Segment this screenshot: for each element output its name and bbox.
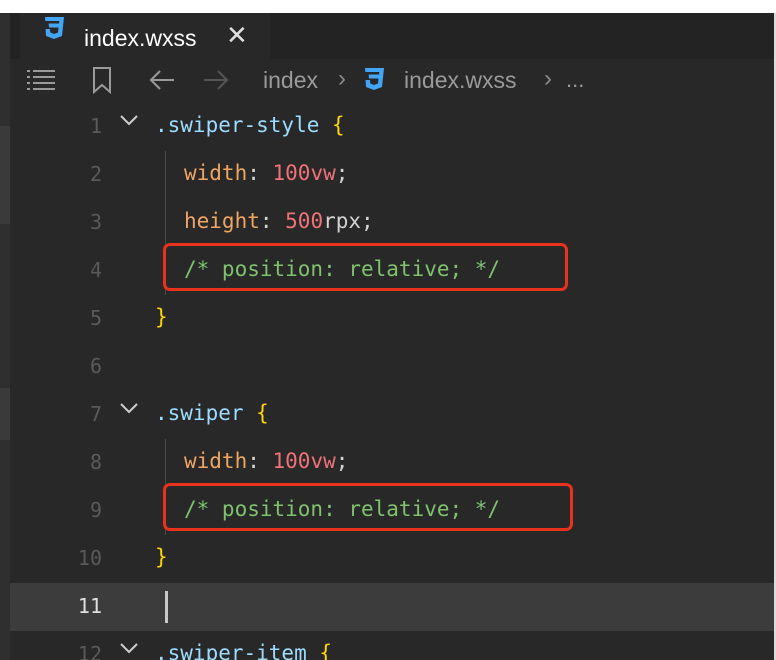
line-number: 11: [77, 594, 102, 618]
token-selector: .swiper-style: [155, 113, 320, 137]
text-cursor: [165, 591, 168, 623]
token-number: 100vw: [272, 161, 336, 185]
line-number: 7: [89, 402, 102, 426]
token-punct: ;: [335, 449, 349, 473]
code-text: width: 100vw;: [184, 449, 348, 473]
close-icon[interactable]: ✕: [226, 22, 248, 48]
token-brace: {: [319, 641, 333, 660]
token-punct: :: [259, 209, 286, 233]
tab-label: index.wxss: [84, 25, 197, 51]
code-text: .swiper-style {: [155, 113, 345, 137]
code-text: height: 500rpx;: [184, 209, 374, 233]
token-punct: [244, 401, 257, 425]
code-line[interactable]: 7 .swiper {: [10, 391, 774, 439]
token-number: 100vw: [272, 449, 336, 473]
token-punct: ;: [361, 209, 374, 233]
code-line[interactable]: 2 width: 100vw;: [10, 151, 774, 199]
token-brace: {: [256, 401, 269, 425]
chevron-right-icon: ›: [544, 65, 552, 92]
chevron-down-icon[interactable]: [118, 399, 140, 422]
token-number: 500: [285, 209, 324, 233]
activity-bar-edge: [0, 13, 10, 660]
line-number: 10: [77, 546, 102, 570]
line-number: 4: [89, 258, 102, 282]
code-editor[interactable]: 12 .swiper-item {11 10} 9/* position: relat…: [10, 103, 774, 660]
code-text: }: [155, 545, 168, 569]
css3-file-icon: [362, 66, 388, 97]
code-text: .swiper {: [155, 401, 269, 425]
token-selector: .swiper: [155, 401, 244, 425]
line-number: 3: [89, 210, 102, 234]
token-punct: :: [247, 161, 273, 185]
token-property: height: [184, 209, 260, 233]
code-text: }: [155, 305, 168, 329]
arrow-right-icon[interactable]: [202, 68, 230, 97]
editor-window: index.wxss ✕ index › index.wxss › ... 12…: [0, 0, 776, 660]
code-line[interactable]: 6: [10, 343, 774, 391]
code-line[interactable]: 1 .swiper-style {: [10, 103, 774, 151]
token-punct: :: [247, 449, 273, 473]
line-number: 6: [89, 354, 102, 378]
code-line[interactable]: 12 .swiper-item {: [10, 631, 774, 660]
token-property: width: [184, 449, 248, 473]
token-punct: ;: [335, 161, 349, 185]
breadcrumb-file[interactable]: index.wxss: [404, 67, 516, 94]
code-line[interactable]: 10}: [10, 535, 774, 583]
code-line[interactable]: 5}: [10, 295, 774, 343]
breadcrumb-bar: index › index.wxss › ...: [10, 59, 774, 103]
highlight-box: [163, 483, 573, 531]
breadcrumb-folder[interactable]: index: [263, 67, 318, 94]
list-icon[interactable]: [26, 68, 56, 95]
code-line[interactable]: 8 width: 100vw;: [10, 439, 774, 487]
token-punct: [319, 113, 332, 137]
chevron-down-icon[interactable]: [118, 639, 140, 660]
arrow-left-icon[interactable]: [148, 68, 176, 97]
code-text: .swiper-item {: [155, 641, 332, 660]
line-number: 1: [89, 114, 102, 138]
chevron-right-icon: ›: [338, 65, 346, 92]
line-number: 12: [77, 642, 102, 660]
token-punct: [307, 641, 320, 660]
css3-file-icon: [42, 15, 68, 46]
token-property: width: [184, 161, 248, 185]
line-number: 5: [89, 306, 102, 330]
chevron-down-icon[interactable]: [118, 111, 140, 134]
code-line[interactable]: 11: [10, 583, 774, 631]
token-punct: rpx: [323, 209, 362, 233]
tab-bar: index.wxss ✕: [10, 13, 774, 59]
breadcrumb-ellipsis[interactable]: ...: [566, 67, 584, 93]
line-number: 8: [89, 450, 102, 474]
token-selector: .swiper-item: [155, 641, 307, 660]
highlight-box: [163, 243, 568, 291]
code-text: width: 100vw;: [184, 161, 348, 185]
token-brace: }: [155, 545, 168, 569]
bookmark-icon[interactable]: [92, 66, 112, 99]
line-number: 2: [89, 162, 102, 186]
line-number: 9: [89, 498, 102, 522]
code-line[interactable]: 3 height: 500rpx;: [10, 199, 774, 247]
token-brace: {: [332, 113, 345, 137]
tab-index-wxss[interactable]: index.wxss ✕: [20, 13, 270, 59]
token-brace: }: [155, 305, 168, 329]
